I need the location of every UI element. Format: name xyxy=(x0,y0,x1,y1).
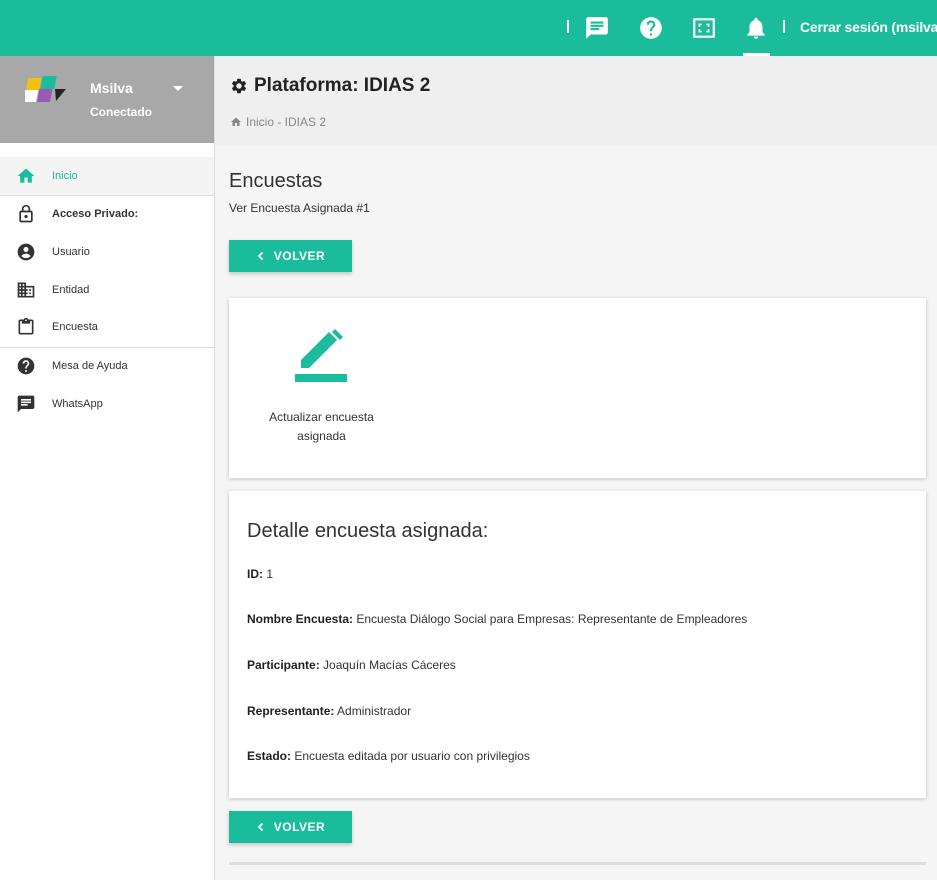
home-icon xyxy=(16,166,36,186)
sidebar-item-whatsapp[interactable]: WhatsApp xyxy=(0,385,214,423)
home-icon xyxy=(231,117,241,126)
help-icon xyxy=(16,356,36,376)
detail-participant-value: Joaquín Macías Cáceres xyxy=(323,658,456,672)
page-header: Plataforma: IDIAS 2 Inicio - IDIAS 2 xyxy=(216,56,937,145)
page-title-text: Plataforma: IDIAS 2 xyxy=(254,75,431,96)
fullscreen-icon[interactable] xyxy=(690,14,718,42)
page-title: Plataforma: IDIAS 2 xyxy=(230,75,430,97)
sidebar-item-label: Mesa de Ayuda xyxy=(52,360,128,372)
sidebar-item-usuario[interactable]: Usuario xyxy=(0,233,214,271)
back-button-label: VOLVER xyxy=(273,249,326,263)
brand-logo xyxy=(23,74,67,104)
sidebar-item-label: Encuesta xyxy=(52,321,98,333)
sidebar: Msilva Conectado Inicio Acceso Privado: … xyxy=(0,56,215,880)
detail-id: ID: 1 xyxy=(247,567,273,581)
breadcrumb: Inicio - IDIAS 2 xyxy=(230,115,326,129)
detail-card: Detalle encuesta asignada: ID: 1 Nombre … xyxy=(229,491,926,798)
back-button-label: VOLVER xyxy=(273,820,326,834)
user-circle-icon xyxy=(16,242,36,262)
chat-icon xyxy=(16,394,36,414)
divider xyxy=(229,862,926,865)
logout-link[interactable]: Cerrar sesión (msilva) xyxy=(800,19,937,35)
username: Msilva xyxy=(90,80,133,96)
detail-representative: Representante: Administrador xyxy=(247,704,411,718)
sidebar-item-label: Inicio xyxy=(52,170,78,182)
detail-survey-name-label: Nombre Encuesta: xyxy=(247,612,354,626)
user-status: Conectado xyxy=(90,105,153,119)
sidebar-item-encuesta[interactable]: Encuesta xyxy=(0,308,214,346)
back-button[interactable]: VOLVER xyxy=(229,240,352,272)
chevron-left-icon xyxy=(257,251,263,261)
detail-representative-value: Administrador xyxy=(337,704,412,718)
top-separator xyxy=(783,20,785,33)
detail-participant-label: Participante: xyxy=(247,658,320,672)
bell-icon[interactable] xyxy=(742,14,770,42)
sidebar-section-label: Acceso Privado: xyxy=(52,208,139,220)
sidebar-item-mesa-de-ayuda[interactable]: Mesa de Ayuda xyxy=(0,347,214,385)
update-assigned-survey-label: Actualizar encuesta asignada xyxy=(269,410,374,443)
back-button-bottom[interactable]: VOLVER xyxy=(229,811,352,843)
detail-survey-name: Nombre Encuesta: Encuesta Diálogo Social… xyxy=(247,612,747,626)
detail-participant: Participante: Joaquín Macías Cáceres xyxy=(247,658,456,672)
sidebar-item-entidad[interactable]: Entidad xyxy=(0,271,214,309)
chevron-left-icon xyxy=(257,822,263,832)
sidebar-item-inicio[interactable]: Inicio xyxy=(0,157,214,195)
section-subtitle: Ver Encuesta Asignada #1 xyxy=(229,201,370,215)
sidebar-item-label: WhatsApp xyxy=(52,398,103,410)
user-panel: Msilva Conectado xyxy=(0,56,214,143)
detail-id-label: ID: xyxy=(247,567,263,581)
edit-pencil-icon xyxy=(295,329,347,382)
building-icon xyxy=(16,280,36,300)
detail-status-label: Estado: xyxy=(247,749,292,763)
detail-representative-label: Representante: xyxy=(247,704,335,718)
breadcrumb-text[interactable]: Inicio - IDIAS 2 xyxy=(246,115,326,129)
clipboard-icon xyxy=(16,317,36,337)
chat-icon[interactable] xyxy=(583,14,611,42)
detail-title: Detalle encuesta asignada: xyxy=(247,520,489,542)
chevron-down-icon[interactable] xyxy=(173,86,183,91)
sidebar-section-acceso-privado: Acceso Privado: xyxy=(0,195,214,233)
actions-card: Actualizar encuesta asignada xyxy=(229,298,926,478)
help-icon[interactable] xyxy=(637,14,665,42)
update-assigned-survey-button[interactable]: Actualizar encuesta asignada xyxy=(249,318,394,453)
detail-survey-name-value: Encuesta Diálogo Social para Empresas: R… xyxy=(356,612,748,626)
section-title: Encuestas xyxy=(229,170,323,192)
lock-icon xyxy=(16,204,36,224)
detail-id-value: 1 xyxy=(266,567,274,581)
detail-status: Estado: Encuesta editada por usuario con… xyxy=(247,749,530,763)
detail-status-value: Encuesta editada por usuario con privile… xyxy=(294,749,530,763)
sidebar-item-label: Usuario xyxy=(52,246,90,258)
sidebar-item-label: Entidad xyxy=(52,284,90,296)
top-bar: Cerrar sesión (msilva) xyxy=(0,0,937,56)
top-separator xyxy=(567,20,569,33)
gear-icon xyxy=(231,78,247,94)
